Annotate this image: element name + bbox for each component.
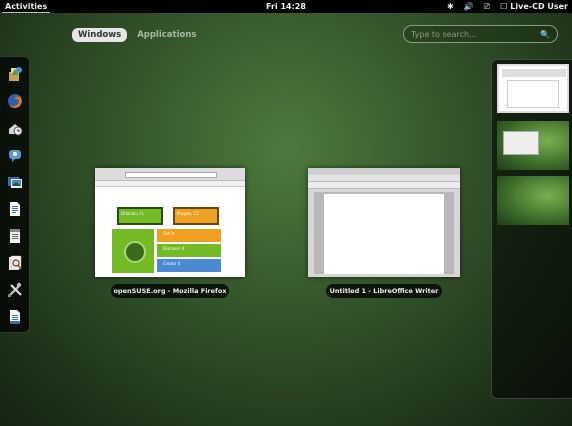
site-item-discover-it: Discover it [157,244,221,257]
text-file-icon[interactable] [7,309,23,325]
chat-status-icon: ☐ [500,2,508,11]
writer-titlebar [308,168,460,174]
search-box: 🔍 [403,25,558,43]
writer-format-bar [308,182,460,189]
accessibility-icon[interactable]: ✱ [447,0,454,13]
system-tools-icon[interactable] [7,282,23,298]
user-menu[interactable]: ☐ Live-CD User [500,0,568,13]
site-item-prague: Prague, CZ [173,207,219,225]
firefox-icon[interactable] [7,93,23,109]
shotwell-photos-icon[interactable] [7,174,23,190]
writer-document-icon[interactable] [7,201,23,217]
document-viewer-icon[interactable] [7,255,23,271]
install-icon[interactable] [7,66,23,82]
network-icon[interactable]: ⎚ [484,0,490,13]
workspace-2[interactable] [497,121,569,170]
site-item-get-it: Get it [157,229,221,242]
workspace-1[interactable] [497,64,569,113]
writer-toolbar [308,175,460,182]
opensuse-release-banner [112,229,154,273]
disk-backup-icon[interactable] [7,120,23,136]
workspace-switcher [491,59,572,399]
site-item-orlando: Orlando, FL [117,207,163,225]
status-tray: ✱ 🔊 ⎚ ☐ Live-CD User [447,0,568,13]
search-input[interactable] [411,29,536,39]
volume-icon[interactable]: 🔊 [464,0,474,13]
dash [0,56,30,333]
window-label-writer[interactable]: Untitled 1 - LibreOffice Writer [326,284,442,298]
window-label-firefox[interactable]: openSUSE.org - Mozilla Firefox [111,284,229,298]
tab-windows[interactable]: Windows [72,28,128,42]
top-bar: Activities Fri 14:28 ✱ 🔊 ⎚ ☐ Live-CD Use… [0,0,572,13]
site-item-create-it: Create it [157,259,221,272]
workspace-3[interactable] [497,176,569,225]
text-editor-icon[interactable] [7,228,23,244]
search-icon: 🔍 [540,29,550,39]
window-firefox[interactable]: Orlando, FL Prague, CZ Get it Discover i… [95,168,245,277]
firefox-page: Orlando, FL Prague, CZ Get it Discover i… [95,187,245,277]
firefox-toolbar [95,168,245,181]
tab-applications[interactable]: Applications [131,28,202,42]
user-name: Live-CD User [510,2,568,11]
window-writer[interactable] [308,168,460,277]
desktop-background [0,0,572,426]
view-selector: Windows Applications [72,28,202,42]
writer-page [324,194,444,274]
empathy-chat-icon[interactable] [7,147,23,163]
